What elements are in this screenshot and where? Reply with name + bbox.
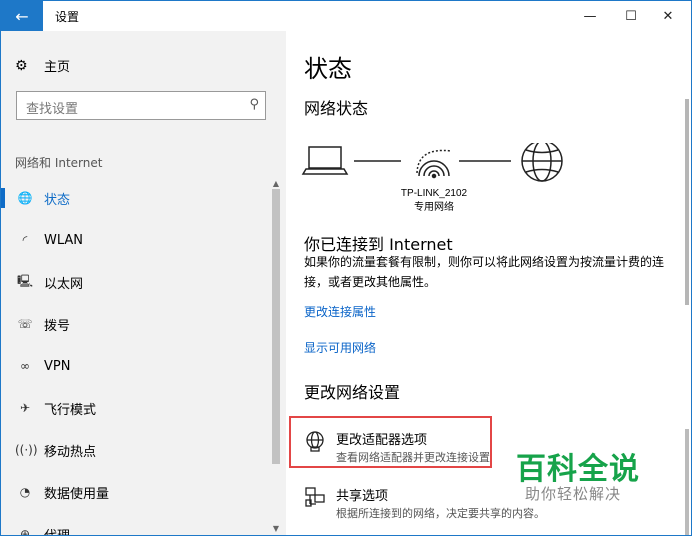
sidebar-item-wlan[interactable]: ◜ WLAN [1, 221, 269, 259]
search-icon[interactable]: ⚲ [249, 97, 259, 112]
network-type: 专用网络 [414, 200, 454, 213]
search-placeholder: 查找设置 [26, 102, 79, 117]
scrollbar-thumb[interactable] [685, 99, 689, 305]
internet-globe-icon [521, 143, 563, 182]
watermark-title: 百科全说 [516, 452, 640, 487]
window-title: 设置 [55, 10, 80, 24]
scroll-up-icon[interactable]: ▲ [270, 179, 282, 188]
sidebar-item-airplane[interactable]: ✈ 飞行模式 [1, 389, 269, 427]
proxy-icon: ⊕ [19, 527, 31, 536]
change-settings-heading: 更改网络设置 [304, 383, 401, 402]
scrollbar-track-segment [685, 429, 689, 535]
wifi-signal-icon [416, 149, 452, 179]
sidebar-item-label: 移动热点 [44, 444, 97, 460]
sidebar-item-dialup[interactable]: ☏ 拨号 [1, 305, 269, 343]
sharing-options-title: 共享选项 [336, 489, 389, 504]
sidebar-item-vpn[interactable]: ∞ VPN [1, 347, 269, 385]
sidebar-item-label: 代理 [44, 528, 71, 536]
sidebar-home[interactable]: ⚙ 主页 [15, 56, 71, 76]
network-status-heading: 网络状态 [304, 99, 369, 118]
minimize-button[interactable]: — [573, 1, 607, 31]
change-connection-properties-link[interactable]: 更改连接属性 [304, 303, 376, 320]
section-label: 网络和 Internet [15, 156, 103, 170]
sharing-options-desc: 根据所连接到的网络，决定要共享的内容。 [336, 507, 545, 520]
airplane-icon: ✈ [19, 401, 31, 415]
scroll-down-icon[interactable]: ▼ [270, 524, 282, 533]
sidebar-item-label: VPN [44, 358, 71, 374]
home-label: 主页 [44, 60, 71, 75]
network-name: TP-LINK_2102 [401, 188, 468, 199]
sidebar-scrollbar[interactable]: ▲ ▼ [270, 179, 282, 535]
sidebar-item-label: 拨号 [44, 318, 71, 334]
back-arrow-icon: ← [15, 6, 29, 26]
main-scrollbar[interactable] [684, 31, 690, 535]
scrollbar-thumb[interactable] [272, 189, 280, 464]
sidebar-item-data-usage[interactable]: ◔ 数据使用量 [1, 473, 269, 511]
gear-icon: ⚙ [15, 57, 28, 74]
wifi-icon: ◜ [22, 233, 28, 247]
sidebar-item-label: 飞行模式 [44, 402, 97, 418]
sharing-options[interactable]: 共享选项 根据所连接到的网络，决定要共享的内容。 [304, 483, 684, 533]
close-button[interactable]: ✕ [651, 1, 685, 31]
network-diagram: TP-LINK_2102 专用网络 [301, 143, 563, 213]
sharing-icon [305, 487, 325, 507]
page-title: 状态 [304, 55, 352, 83]
sidebar-item-label: 数据使用量 [44, 486, 110, 502]
hotspot-icon: ((·)) [15, 443, 38, 457]
vpn-icon: ∞ [20, 359, 30, 373]
sidebar-item-label: 以太网 [44, 276, 84, 292]
ethernet-icon: 🖳 [16, 273, 33, 288]
show-available-networks-link[interactable]: 显示可用网络 [304, 339, 376, 356]
watermark-subtitle: 助你轻松解决 [525, 485, 622, 503]
search-input[interactable]: 查找设置 ⚲ [16, 91, 266, 120]
sidebar-item-proxy[interactable]: ⊕ 代理 [1, 515, 269, 536]
maximize-button[interactable]: ☐ [614, 1, 648, 31]
title-bar: ← 设置 — ☐ ✕ [1, 1, 691, 31]
sidebar-item-status[interactable]: 🌐 状态 [1, 179, 269, 217]
connection-description: 如果你的流量套餐有限制，则你可以将此网络设置为按流量计费的连接，或者更改其他属性… [304, 255, 665, 289]
back-button[interactable]: ← [1, 1, 43, 31]
sidebar-item-label: WLAN [44, 232, 84, 248]
sidebar-item-label: 状态 [44, 192, 71, 208]
sidebar-item-hotspot[interactable]: ((·)) 移动热点 [1, 431, 269, 469]
data-usage-icon: ◔ [19, 485, 31, 499]
highlight-box [289, 416, 492, 468]
globe-icon: 🌐 [17, 191, 33, 205]
computer-icon [301, 146, 349, 175]
dialup-icon: ☏ [17, 317, 33, 331]
settings-window: ← 设置 — ☐ ✕ ⚙ 主页 查找设置 ⚲ 网络和 Internet 🌐 状态… [0, 0, 692, 536]
sidebar-item-ethernet[interactable]: 🖳 以太网 [1, 263, 269, 301]
sidebar: ⚙ 主页 查找设置 ⚲ 网络和 Internet 🌐 状态 ◜ WLAN 🖳 以… [1, 31, 286, 535]
